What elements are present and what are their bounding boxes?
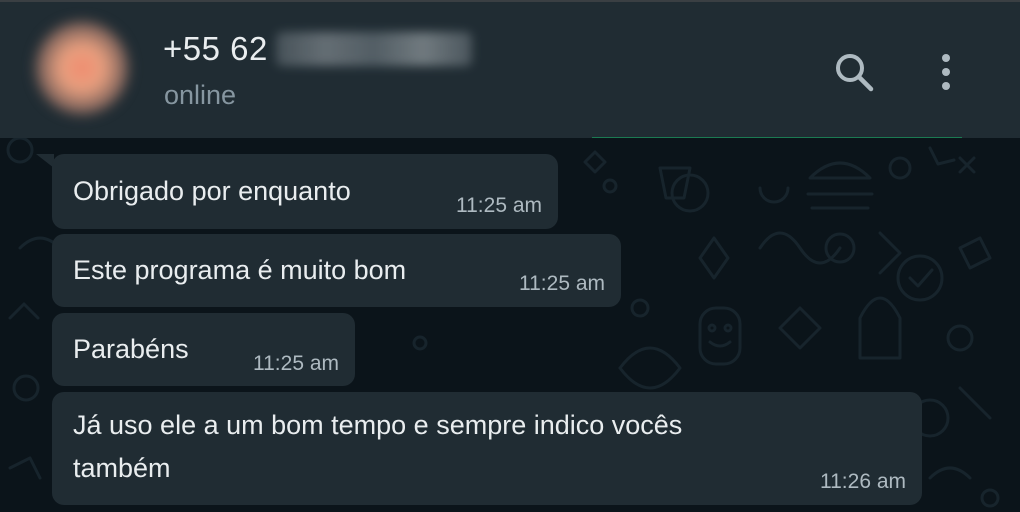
contact-status: online — [164, 80, 237, 110]
search-icon — [836, 54, 874, 92]
contact-name[interactable]: +55 62 — [163, 26, 472, 72]
message-text-line: também — [73, 453, 171, 483]
message-text: Obrigado por enquanto — [73, 176, 351, 206]
message-bubble[interactable]: Este programa é muito bom 11:25 am — [52, 234, 621, 307]
kebab-menu-icon — [942, 54, 950, 90]
message-timestamp: 11:25 am — [253, 352, 339, 375]
message-bubble[interactable]: Já uso ele a um bom tempo e sempre indic… — [52, 392, 922, 505]
message-bubble[interactable]: Obrigado por enquanto 11:25 am — [52, 154, 558, 229]
contact-phone-prefix: +55 62 — [163, 30, 268, 67]
message-timestamp: 11:26 am — [820, 470, 906, 493]
message-bubble[interactable]: Parabéns 11:25 am — [52, 313, 355, 386]
message-text: Parabéns — [73, 334, 189, 364]
redacted-phone-digits — [275, 32, 472, 66]
search-button[interactable] — [830, 48, 878, 96]
contact-avatar[interactable] — [34, 20, 130, 116]
message-timestamp: 11:25 am — [456, 194, 542, 217]
menu-button[interactable] — [922, 48, 970, 96]
message-list[interactable]: Obrigado por enquanto 11:25 am Este prog… — [0, 138, 1020, 512]
message-timestamp: 11:25 am — [519, 272, 605, 295]
chat-header: +55 62 online — [0, 0, 1020, 140]
whatsapp-chat-window: +55 62 online Obrigado por enquanto 11:2… — [0, 0, 1020, 512]
message-text-line: Já uso ele a um bom tempo e sempre indic… — [73, 410, 683, 440]
message-text: Este programa é muito bom — [73, 255, 407, 285]
